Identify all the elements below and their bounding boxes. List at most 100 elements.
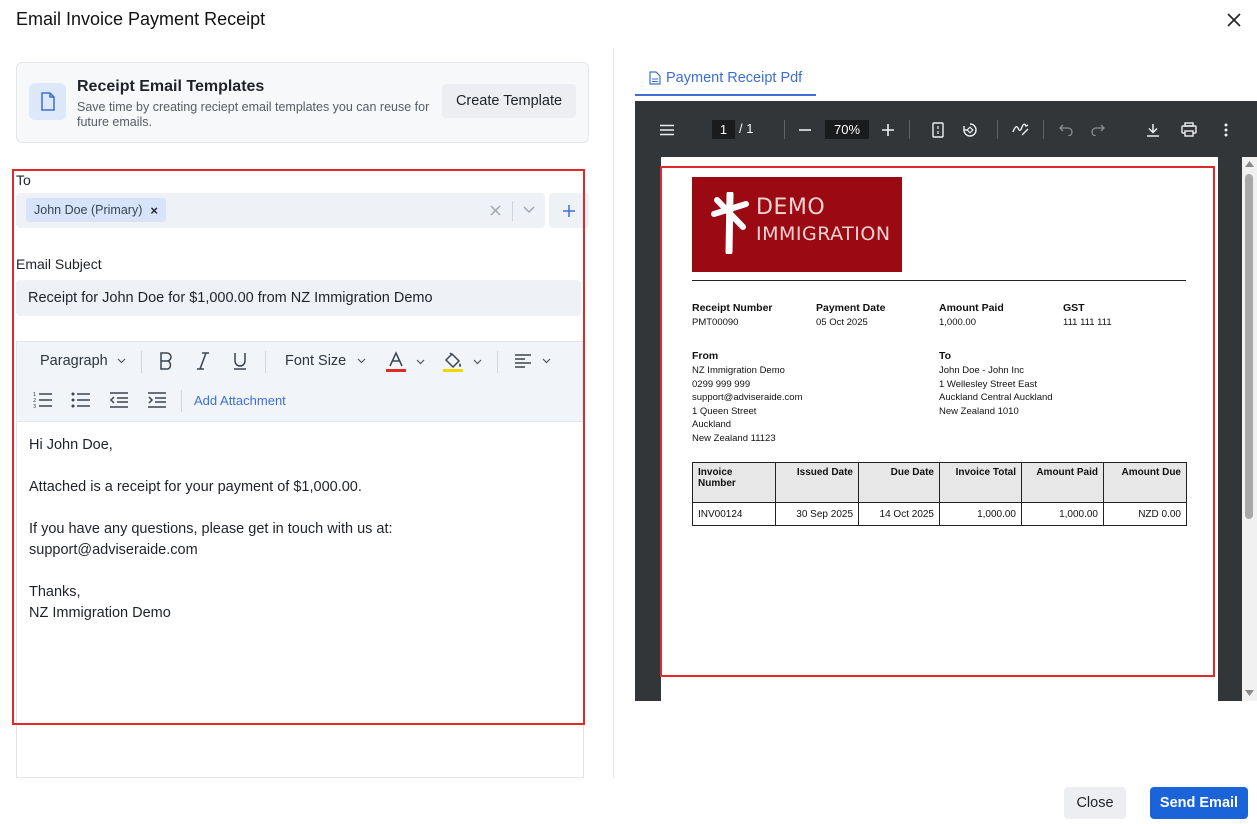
- pdf-toolbar: 1 / 1 70%: [635, 101, 1257, 157]
- fit-page-icon[interactable]: [928, 120, 948, 139]
- print-icon[interactable]: [1179, 120, 1199, 139]
- payment-date-label: Payment Date: [816, 302, 886, 314]
- body-signature: NZ Immigration Demo: [29, 605, 171, 621]
- to-address-label: To: [939, 350, 952, 362]
- bullet-list-icon[interactable]: [71, 391, 91, 409]
- col-issued-date: Issued Date: [775, 462, 859, 503]
- header-rule: [692, 280, 1186, 281]
- from-line: 1 Queen Street: [692, 405, 757, 417]
- paint-bucket-icon: [443, 352, 463, 372]
- rotate-icon[interactable]: [959, 120, 981, 139]
- italic-icon[interactable]: [194, 351, 212, 371]
- align-left-icon: [515, 354, 531, 368]
- paragraph-format-dropdown[interactable]: Paragraph: [40, 353, 126, 369]
- chevron-down-icon[interactable]: [520, 201, 538, 219]
- to-address: John Doe - John Inc 1 Wellesley Street E…: [939, 364, 1053, 418]
- receipt-number-value: PMT00090: [692, 317, 739, 328]
- underline-icon[interactable]: [231, 351, 249, 371]
- text-color-dropdown[interactable]: [384, 350, 425, 374]
- logo-asterisk-icon: [711, 192, 749, 254]
- email-body-editor: Paragraph Font Size 1 2 3 Add Attachment…: [16, 341, 584, 778]
- file-icon: [649, 71, 661, 85]
- dialog-title: Email Invoice Payment Receipt: [16, 9, 266, 29]
- add-attachment-link[interactable]: Add Attachment: [194, 393, 286, 408]
- text-color-icon: [386, 351, 406, 372]
- scroll-up-icon: [1245, 161, 1254, 167]
- toolbar-separator: [181, 390, 182, 412]
- toolbar-separator: [497, 351, 498, 373]
- from-line: New Zealand 11123: [692, 432, 776, 444]
- from-line: NZ Immigration Demo: [692, 365, 785, 376]
- bold-icon[interactable]: [157, 351, 175, 371]
- to-recipient-select[interactable]: John Doe (Primary) ×: [16, 193, 545, 228]
- cell-invoice-number: INV00124: [692, 502, 776, 526]
- chevron-down-icon: [117, 358, 126, 364]
- cell-amount-due: NZD 0.00: [1103, 502, 1187, 526]
- email-subject-input[interactable]: Receipt for John Doe for $1,000.00 from …: [16, 280, 581, 316]
- col-due-date: Due Date: [858, 462, 940, 503]
- body-greeting: Hi John Doe,: [29, 437, 113, 453]
- email-body-content[interactable]: Hi John Doe, Attached is a receipt for y…: [29, 435, 569, 624]
- amount-paid-label: Amount Paid: [939, 302, 1004, 314]
- email-subject-label: Email Subject: [16, 256, 102, 272]
- outdent-icon[interactable]: [109, 391, 129, 409]
- font-size-label: Font Size: [285, 353, 347, 369]
- plus-icon: [563, 204, 575, 217]
- close-button[interactable]: Close: [1064, 787, 1126, 819]
- toolbar-separator: [909, 120, 910, 139]
- zoom-input[interactable]: 70%: [825, 120, 869, 139]
- pdf-viewer: 1 / 1 70% DEMO IMMIGRATION Receipt Numbe…: [635, 101, 1257, 701]
- remove-recipient-icon[interactable]: ×: [150, 203, 158, 218]
- amount-paid-value: 1,000.00: [939, 317, 976, 328]
- highlight-color-dropdown[interactable]: [441, 350, 482, 374]
- receipt-number-label: Receipt Number: [692, 302, 773, 314]
- col-amount-paid: Amount Paid: [1021, 462, 1104, 503]
- create-template-button[interactable]: Create Template: [442, 84, 576, 118]
- scroll-down-icon: [1245, 690, 1254, 696]
- redo-icon[interactable]: [1088, 120, 1108, 139]
- toolbar-separator: [997, 120, 998, 139]
- zoom-in-icon[interactable]: [878, 120, 898, 139]
- col-invoice-number: Invoice Number: [692, 462, 776, 503]
- to-line: Auckland Central Auckland: [939, 392, 1053, 403]
- zoom-out-icon[interactable]: [795, 120, 815, 139]
- indent-icon[interactable]: [147, 391, 167, 409]
- font-size-dropdown[interactable]: Font Size: [285, 353, 366, 369]
- tab-label: Payment Receipt Pdf: [666, 70, 803, 86]
- editor-toolbar: Paragraph Font Size 1 2 3 Add Attachment: [17, 342, 583, 422]
- templates-title: Receipt Email Templates: [77, 78, 265, 95]
- numbered-list-icon[interactable]: 123: [33, 391, 53, 409]
- templates-description: Save time by creating reciept email temp…: [77, 100, 430, 129]
- download-icon[interactable]: [1143, 120, 1163, 139]
- more-options-icon[interactable]: [1216, 120, 1236, 139]
- from-address: NZ Immigration Demo 0299 999 999 support…: [692, 364, 803, 445]
- annotate-icon[interactable]: [1010, 120, 1030, 139]
- cell-issued-date: 30 Sep 2025: [775, 502, 859, 526]
- from-line: 0299 999 999: [692, 378, 751, 390]
- chevron-down-icon: [357, 358, 366, 364]
- cell-due-date: 14 Oct 2025: [858, 502, 940, 526]
- pdf-page: DEMO IMMIGRATION Receipt Number PMT00090…: [661, 157, 1218, 701]
- paragraph-format-label: Paragraph: [40, 353, 108, 369]
- chevron-down-icon: [473, 359, 482, 365]
- add-recipient-button[interactable]: [549, 193, 589, 228]
- tab-payment-receipt-pdf[interactable]: Payment Receipt Pdf: [635, 62, 816, 96]
- receipt-templates-card: Receipt Email Templates Save time by cre…: [16, 62, 589, 143]
- recipient-chip-label: John Doe (Primary): [34, 203, 143, 217]
- scrollbar-thumb[interactable]: [1245, 174, 1253, 519]
- select-separator: [512, 201, 513, 221]
- send-email-button[interactable]: Send Email: [1150, 787, 1248, 819]
- col-invoice-total: Invoice Total: [939, 462, 1022, 503]
- body-line-questions: If you have any questions, please get in…: [29, 521, 393, 537]
- align-dropdown[interactable]: [514, 353, 551, 369]
- page-number-input[interactable]: 1: [712, 120, 735, 139]
- toolbar-separator: [1043, 120, 1044, 139]
- pdf-scrollbar[interactable]: [1242, 157, 1257, 701]
- undo-icon[interactable]: [1056, 120, 1076, 139]
- to-line: 1 Wellesley Street East: [939, 378, 1038, 390]
- clear-icon[interactable]: [486, 201, 504, 219]
- body-line-payment: Attached is a receipt for your payment o…: [29, 479, 362, 495]
- menu-icon[interactable]: [657, 120, 677, 139]
- close-icon[interactable]: [1222, 8, 1246, 32]
- from-label: From: [692, 350, 719, 362]
